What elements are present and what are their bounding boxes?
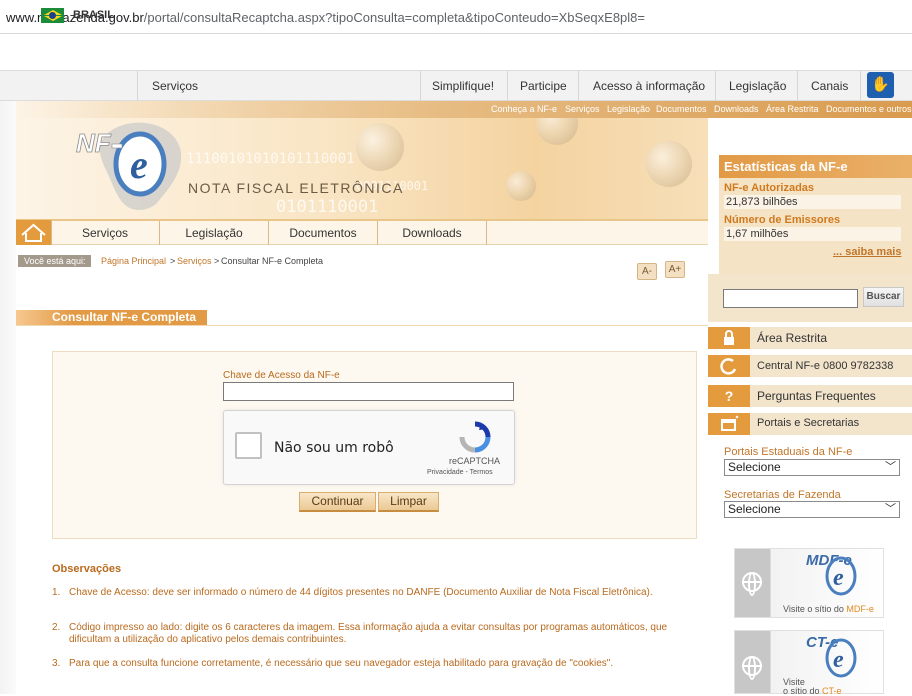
svg-text:NF: NF — [76, 128, 112, 158]
cte-banner-text-line2: o sítio do CT-e — [783, 686, 842, 696]
page-left-shade — [0, 101, 16, 694]
portais-label: Portais Estaduais da NF-e — [724, 446, 853, 458]
gov-divider — [715, 71, 716, 100]
globe-icon — [742, 572, 762, 596]
breadcrumb-separator: > — [214, 256, 220, 266]
address-bar[interactable]: www.nfe.fazenda.gov.br/portal/consultaRe… — [0, 0, 912, 34]
svg-text:e: e — [833, 647, 844, 673]
gov-divider — [420, 71, 421, 100]
stat-authorized-label: NF-e Autorizadas — [724, 182, 815, 194]
gov-divider — [578, 71, 579, 100]
observation-item: 2. Código impresso ao lado: digite os 6 c… — [52, 622, 668, 645]
mdfe-banner-text: Visite o sítio do MDF-e — [783, 604, 874, 614]
observation-item: 3. Para que a consulta funcione corretame… — [52, 658, 614, 669]
breadcrumb-services[interactable]: Serviços — [177, 256, 212, 266]
recaptcha-brand: reCAPTCHA — [449, 456, 501, 466]
secretarias-select[interactable]: Selecione ﹀ — [724, 501, 900, 518]
brazil-flag-icon[interactable] — [41, 8, 64, 23]
gov-link-simplifique[interactable]: Simplifique! — [432, 79, 494, 93]
gov-divider — [860, 71, 861, 100]
nav-servicos[interactable]: Serviços — [51, 226, 159, 240]
globe-icon — [742, 656, 762, 680]
window-icon — [708, 413, 750, 435]
gov-link-acesso[interactable]: Acesso à informação — [593, 79, 705, 93]
sidebar-label-portais: Portais e Secretarias — [757, 417, 860, 429]
gov-services-link[interactable]: Serviços — [152, 79, 198, 93]
toplink-conheca[interactable]: Conheça a NF-e — [491, 104, 557, 114]
breadcrumb-label: Você está aqui: — [18, 255, 91, 267]
stat-authorized-value: 21,873 bilhões — [724, 195, 901, 209]
mdfe-e-icon: e — [825, 556, 857, 596]
recaptcha-checkbox[interactable] — [235, 432, 262, 459]
nfe-logo[interactable]: e NF — [72, 112, 187, 217]
chevron-down-icon: ﹀ — [885, 461, 896, 473]
sidebar-label-area-restrita: Área Restrita — [757, 331, 828, 345]
access-key-input[interactable] — [223, 382, 514, 401]
breadcrumb-current: Consultar NF-e Completa — [221, 256, 324, 266]
clear-button[interactable]: Limpar — [378, 492, 439, 512]
recaptcha-links[interactable]: Privacidade - Termos — [427, 469, 493, 476]
gov-link-participe[interactable]: Participe — [520, 79, 567, 93]
accessibility-hands-icon[interactable]: ✋ — [867, 72, 894, 98]
search-input[interactable] — [723, 289, 858, 308]
svg-text:e: e — [130, 142, 148, 187]
continue-button[interactable]: Continuar — [299, 492, 376, 512]
header-title: NOTA FISCAL ELETRÔNICA — [188, 180, 404, 196]
gov-divider — [797, 71, 798, 100]
question-icon: ? — [708, 385, 750, 407]
svg-text:e: e — [833, 565, 844, 591]
gov-link-legislacao[interactable]: Legislação — [729, 79, 786, 93]
nav-downloads[interactable]: Downloads — [378, 226, 486, 240]
gov-link-canais[interactable]: Canais — [811, 79, 848, 93]
observation-item: 1. Chave de Acesso: deve ser informado o … — [52, 587, 653, 598]
breadcrumb-separator: > — [170, 256, 176, 266]
portais-select[interactable]: Selecione ﹀ — [724, 459, 900, 476]
search-button[interactable]: Buscar — [863, 287, 904, 307]
font-decrease-button[interactable]: A- — [637, 263, 657, 280]
gov-brasil-link[interactable]: BRASIL — [73, 9, 114, 21]
browser-toolbar-gap — [0, 35, 912, 70]
stats-more-link[interactable]: ... saiba mais — [833, 246, 901, 258]
home-button[interactable] — [16, 220, 51, 245]
cte-e-icon: e — [825, 638, 857, 678]
breadcrumb-home[interactable]: Página Principal — [101, 256, 166, 266]
recaptcha-icon — [459, 421, 491, 453]
font-increase-button[interactable]: A+ — [665, 261, 685, 278]
toplink-downloads[interactable]: Downloads — [714, 104, 759, 114]
gov-divider — [137, 71, 138, 100]
nav-documentos[interactable]: Documentos — [269, 226, 377, 240]
observations-title: Observações — [52, 563, 122, 575]
home-icon — [21, 223, 46, 242]
toplink-area-restrita[interactable]: Área Restrita — [766, 104, 819, 114]
title-underline — [16, 325, 708, 326]
recaptcha-label: Não sou um robô — [274, 440, 394, 456]
toplink-documentos[interactable]: Documentos — [656, 104, 707, 114]
nav-divider — [486, 221, 487, 245]
chevron-down-icon: ﹀ — [885, 503, 896, 515]
secretarias-label: Secretarias de Fazenda — [724, 489, 841, 501]
nav-legislacao[interactable]: Legislação — [160, 226, 268, 240]
phone-icon — [708, 355, 750, 377]
stat-issuers-value: 1,67 milhões — [724, 227, 901, 241]
toplink-servicos[interactable]: Serviços — [565, 104, 600, 114]
sidebar-label-central: Central NF-e 0800 9782338 — [757, 360, 894, 372]
lock-icon — [708, 327, 750, 349]
page-title: Consultar NF-e Completa — [16, 310, 207, 325]
stat-issuers-label: Número de Emissores — [724, 214, 841, 226]
access-key-label: Chave de Acesso da NF-e — [223, 370, 340, 381]
toplink-documentos-outros[interactable]: Documentos e outros — [826, 104, 912, 114]
stats-title: Estatísticas da NF-e — [719, 155, 912, 178]
gov-divider — [507, 71, 508, 100]
sidebar-label-perguntas: Perguntas Frequentes — [757, 389, 876, 403]
toplink-legislacao[interactable]: Legislação — [607, 104, 650, 114]
